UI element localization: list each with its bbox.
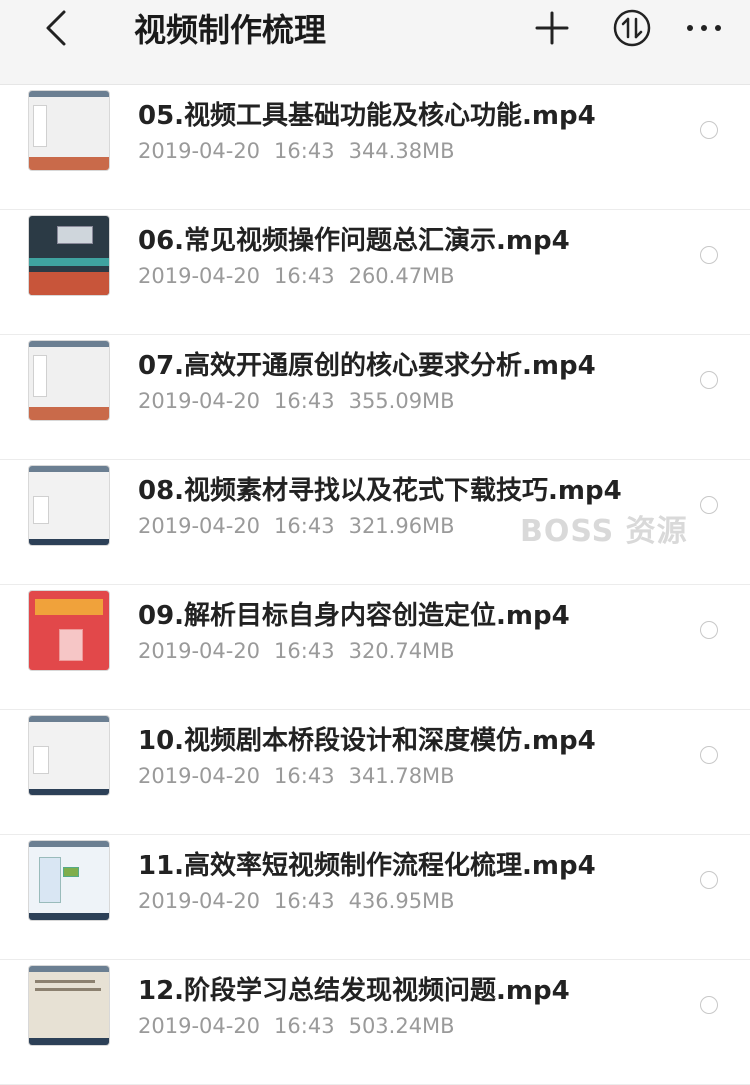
file-size: 436.95MB [348,889,455,913]
file-date: 2019-04-20 [138,1014,261,1038]
list-item[interactable]: 07.高效开通原创的核心要求分析.mp4 2019-04-20 16:43 355.0… [0,335,750,460]
file-time: 16:43 [274,514,335,538]
file-time: 16:43 [274,639,335,663]
file-size: 503.24MB [348,1014,455,1038]
file-size: 321.96MB [348,514,455,538]
video-thumbnail [28,90,110,171]
file-time: 16:43 [274,389,335,413]
select-radio[interactable] [700,621,718,639]
file-time: 16:43 [274,889,335,913]
file-meta: 2019-04-20 16:43 503.24MB [138,1014,469,1038]
list-item[interactable]: 09.解析目标自身内容创造定位.mp4 2019-04-20 16:43 320.74… [0,585,750,710]
select-radio[interactable] [700,746,718,764]
file-date: 2019-04-20 [138,389,261,413]
more-icon [687,25,721,31]
sort-button[interactable] [612,8,652,48]
watermark: BOSS 资源 [520,514,688,549]
file-date: 2019-04-20 [138,889,261,913]
file-meta: 2019-04-20 16:43 321.96MB [138,514,469,538]
list-item[interactable]: 11.高效率短视频制作流程化梳理.mp4 2019-04-20 16:43 436.9… [0,835,750,960]
file-name: 12.阶段学习总结发现视频问题.mp4 [138,976,570,1006]
select-radio[interactable] [700,996,718,1014]
video-thumbnail [28,340,110,421]
file-time: 16:43 [274,1014,335,1038]
page-title: 视频制作梳理 [134,11,327,49]
file-name: 09.解析目标自身内容创造定位.mp4 [138,601,570,631]
video-thumbnail [28,215,110,296]
file-date: 2019-04-20 [138,264,261,288]
video-thumbnail [28,840,110,921]
file-meta: 2019-04-20 16:43 355.09MB [138,389,469,413]
video-thumbnail [28,590,110,671]
list-item[interactable]: 12.阶段学习总结发现视频问题.mp4 2019-04-20 16:43 503.24… [0,960,750,1085]
file-meta: 2019-04-20 16:43 341.78MB [138,764,469,788]
video-thumbnail [28,965,110,1046]
video-thumbnail [28,715,110,796]
select-radio[interactable] [700,871,718,889]
file-name: 10.视频剧本桥段设计和深度模仿.mp4 [138,726,596,756]
file-name: 08.视频素材寻找以及花式下载技巧.mp4 [138,476,622,506]
file-name: 05.视频工具基础功能及核心功能.mp4 [138,101,596,131]
file-meta: 2019-04-20 16:43 260.47MB [138,264,469,288]
file-name: 11.高效率短视频制作流程化梳理.mp4 [138,851,596,881]
list-item[interactable]: 05.视频工具基础功能及核心功能.mp4 2019-04-20 16:43 344.3… [0,85,750,210]
file-date: 2019-04-20 [138,514,261,538]
file-date: 2019-04-20 [138,639,261,663]
file-meta: 2019-04-20 16:43 436.95MB [138,889,469,913]
file-date: 2019-04-20 [138,139,261,163]
select-radio[interactable] [700,246,718,264]
plus-icon [535,11,569,45]
list-item[interactable]: 06.常见视频操作问题总汇演示.mp4 2019-04-20 16:43 260.47… [0,210,750,335]
back-arrow-icon [46,10,66,46]
file-size: 341.78MB [348,764,455,788]
sort-icon [613,9,651,47]
back-button[interactable] [36,8,76,48]
file-name: 06.常见视频操作问题总汇演示.mp4 [138,226,570,256]
select-radio[interactable] [700,121,718,139]
more-button[interactable] [684,8,724,48]
video-thumbnail [28,465,110,546]
file-meta: 2019-04-20 16:43 320.74MB [138,639,469,663]
list-item[interactable]: 10.视频剧本桥段设计和深度模仿.mp4 2019-04-20 16:43 341.7… [0,710,750,835]
file-size: 260.47MB [348,264,455,288]
app-header: 视频制作梳理 [0,0,750,85]
file-list: 05.视频工具基础功能及核心功能.mp4 2019-04-20 16:43 344.3… [0,85,750,1085]
file-name: 07.高效开通原创的核心要求分析.mp4 [138,351,596,381]
file-time: 16:43 [274,139,335,163]
select-radio[interactable] [700,371,718,389]
file-time: 16:43 [274,764,335,788]
file-size: 344.38MB [348,139,455,163]
file-size: 355.09MB [348,389,455,413]
add-button[interactable] [532,8,572,48]
file-size: 320.74MB [348,639,455,663]
file-meta: 2019-04-20 16:43 344.38MB [138,139,469,163]
file-time: 16:43 [274,264,335,288]
select-radio[interactable] [700,496,718,514]
file-date: 2019-04-20 [138,764,261,788]
